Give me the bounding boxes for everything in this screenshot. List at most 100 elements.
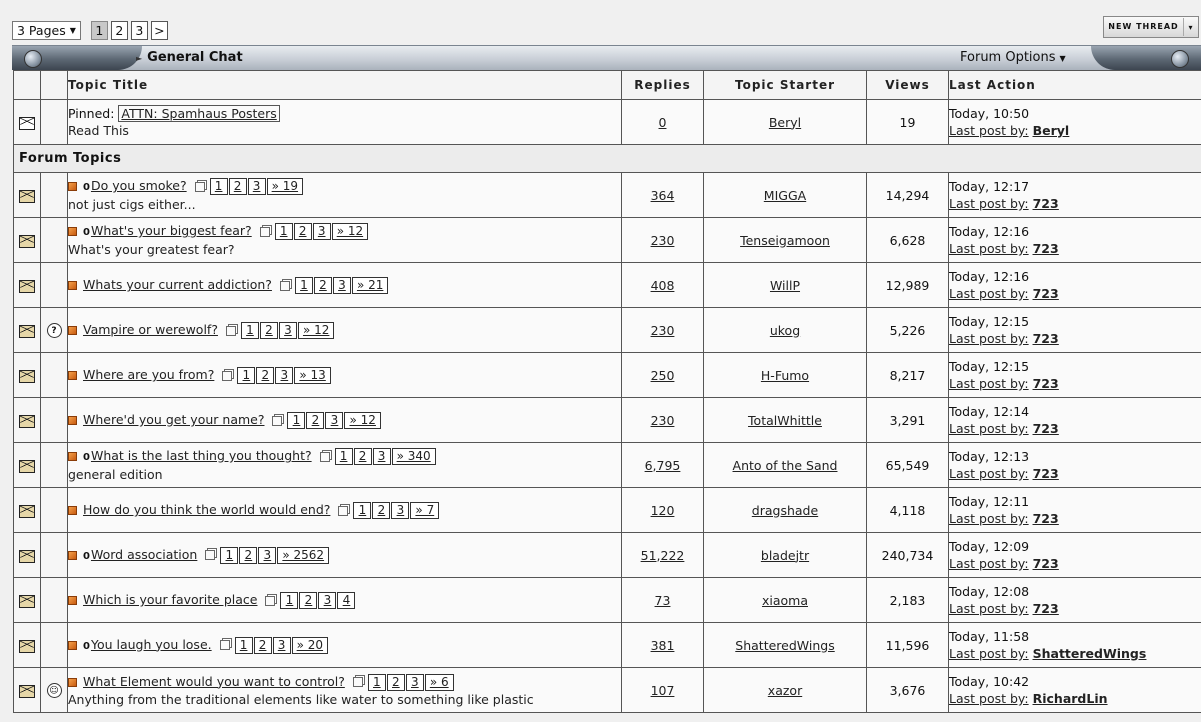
last-poster-link[interactable]: Beryl — [1033, 123, 1070, 138]
starter-link[interactable]: xazor — [768, 683, 802, 698]
topic-last-page-link[interactable]: » 21 — [351, 277, 389, 294]
starter-link[interactable]: ukog — [770, 323, 800, 338]
last-poster-link[interactable]: 723 — [1033, 241, 1059, 256]
topic-page-link[interactable]: 2 — [306, 412, 325, 429]
topic-page-link[interactable]: 1 — [334, 448, 353, 465]
new-posts-icon[interactable] — [68, 371, 77, 380]
replies-link[interactable]: 364 — [651, 188, 675, 203]
last-poster-link[interactable]: ShatteredWings — [1033, 646, 1147, 661]
topic-page-link[interactable]: 1 — [353, 502, 372, 519]
topic-page-link[interactable]: 3 — [272, 636, 291, 654]
topic-page-link[interactable]: 2 — [293, 223, 312, 240]
topic-link[interactable]: Word association — [91, 547, 197, 562]
new-posts-icon[interactable] — [68, 281, 77, 290]
dropdown-arrow-icon[interactable]: ▾ — [1184, 23, 1198, 32]
topic-page-link[interactable]: 1 — [367, 673, 386, 691]
topic-page-link[interactable]: 2 — [372, 502, 391, 519]
header-topic-starter[interactable]: Topic Starter — [703, 70, 867, 100]
topic-link[interactable]: Where'd you get your name? — [83, 412, 264, 427]
replies-link[interactable]: 250 — [651, 368, 675, 383]
topic-last-page-link[interactable]: » 12 — [297, 322, 335, 339]
topic-page-link[interactable]: 2 — [259, 322, 278, 339]
topic-page-link[interactable]: 3 — [405, 673, 424, 691]
topic-page-link[interactable]: 1 — [280, 592, 299, 609]
last-post-link[interactable]: Last post by: — [950, 466, 1029, 481]
starter-link[interactable]: WillP — [770, 278, 800, 293]
last-post-link[interactable]: Last post by: — [950, 646, 1029, 661]
topic-last-page-link[interactable]: » 6 — [424, 673, 454, 691]
last-post-link[interactable]: Last post by: — [950, 601, 1029, 616]
last-poster-link[interactable]: 723 — [1033, 556, 1059, 571]
replies-link[interactable]: 408 — [651, 278, 675, 293]
starter-link[interactable]: Beryl — [769, 115, 801, 130]
starter-link[interactable]: Tenseigamoon — [740, 233, 830, 248]
topic-link[interactable]: What is the last thing you thought? — [91, 448, 312, 463]
topic-link[interactable]: What's your biggest fear? — [91, 223, 252, 238]
topic-page-link[interactable]: 3 — [247, 178, 266, 195]
new-posts-icon[interactable] — [68, 452, 77, 461]
new-posts-icon[interactable] — [68, 596, 77, 605]
pinned-topic-link[interactable]: ATTN: Spamhaus Posters — [118, 105, 280, 122]
topic-link[interactable]: Do you smoke? — [91, 178, 187, 193]
topic-last-page-link[interactable]: » 7 — [410, 502, 440, 519]
header-last-action[interactable]: Last Action — [948, 70, 1201, 100]
topic-page-link[interactable]: 1 — [294, 277, 313, 294]
topic-link[interactable]: What Element would you want to control? — [83, 674, 345, 689]
topic-page-link[interactable]: 2 — [386, 673, 405, 691]
last-poster-link[interactable]: 723 — [1033, 601, 1059, 616]
topic-page-link[interactable]: 3 — [312, 223, 331, 240]
topic-last-page-link[interactable]: » 2562 — [277, 546, 330, 564]
last-poster-link[interactable]: 723 — [1033, 511, 1059, 526]
topic-page-link[interactable]: 1 — [274, 223, 293, 240]
topic-link[interactable]: How do you think the world would end? — [83, 502, 330, 517]
page-link-3[interactable]: 3 — [130, 20, 148, 40]
last-poster-link[interactable]: RichardLin — [1033, 691, 1108, 706]
last-post-link[interactable]: Last post by: — [950, 691, 1029, 706]
topic-page-link[interactable]: 3 — [278, 322, 297, 339]
new-posts-icon[interactable] — [68, 550, 77, 560]
replies-link[interactable]: 0 — [659, 115, 667, 130]
new-thread-button[interactable]: NEW THREAD ▾ — [1103, 16, 1199, 38]
forum-options-menu[interactable]: Forum Options ▼ — [960, 50, 1066, 65]
starter-link[interactable]: xiaoma — [762, 593, 808, 608]
topic-last-page-link[interactable]: » 19 — [266, 178, 304, 195]
starter-link[interactable]: ShatteredWings — [735, 638, 834, 653]
topic-page-link[interactable]: 3 — [258, 546, 277, 564]
topic-page-link[interactable]: 2 — [299, 592, 318, 609]
last-post-link[interactable]: Last post by: — [950, 123, 1029, 138]
topic-page-link[interactable]: 3 — [318, 592, 337, 609]
new-posts-icon[interactable] — [68, 506, 77, 515]
new-posts-icon[interactable] — [68, 182, 77, 191]
new-posts-icon[interactable] — [68, 640, 77, 650]
starter-link[interactable]: Anto of the Sand — [733, 458, 838, 473]
topic-page-link[interactable]: 2 — [256, 367, 275, 384]
page-link-1[interactable]: 1 — [90, 20, 108, 40]
topic-link[interactable]: You laugh you lose. — [91, 637, 212, 652]
topic-page-link[interactable]: 1 — [237, 367, 256, 384]
header-topic-title[interactable]: Topic Title — [67, 70, 622, 100]
header-views[interactable]: Views — [866, 70, 949, 100]
topic-link[interactable]: Which is your favorite place — [83, 592, 257, 607]
topic-page-link[interactable]: 1 — [234, 636, 253, 654]
topic-link[interactable]: Where are you from? — [83, 367, 214, 382]
last-post-link[interactable]: Last post by: — [950, 556, 1029, 571]
topic-last-page-link[interactable]: » 340 — [391, 448, 436, 465]
pages-dropdown[interactable]: 3 Pages ▼ — [12, 20, 81, 40]
topic-page-link[interactable]: 2 — [313, 277, 332, 294]
header-replies[interactable]: Replies — [621, 70, 704, 100]
last-post-link[interactable]: Last post by: — [950, 331, 1029, 346]
topic-page-link[interactable]: 3 — [332, 277, 351, 294]
topic-page-link[interactable]: 3 — [325, 412, 344, 429]
last-post-link[interactable]: Last post by: — [950, 421, 1029, 436]
topic-last-page-link[interactable]: » 12 — [331, 223, 369, 240]
replies-link[interactable]: 230 — [651, 233, 675, 248]
topic-page-link[interactable]: 1 — [287, 412, 306, 429]
topic-page-link[interactable]: 2 — [253, 636, 272, 654]
topic-link[interactable]: Vampire or werewolf? — [83, 322, 218, 337]
replies-link[interactable]: 107 — [651, 683, 675, 698]
replies-link[interactable]: 120 — [651, 503, 675, 518]
topic-page-link[interactable]: 1 — [220, 546, 239, 564]
last-post-link[interactable]: Last post by: — [950, 511, 1029, 526]
replies-link[interactable]: 73 — [655, 593, 671, 608]
topic-last-page-link[interactable]: » 20 — [291, 636, 329, 654]
